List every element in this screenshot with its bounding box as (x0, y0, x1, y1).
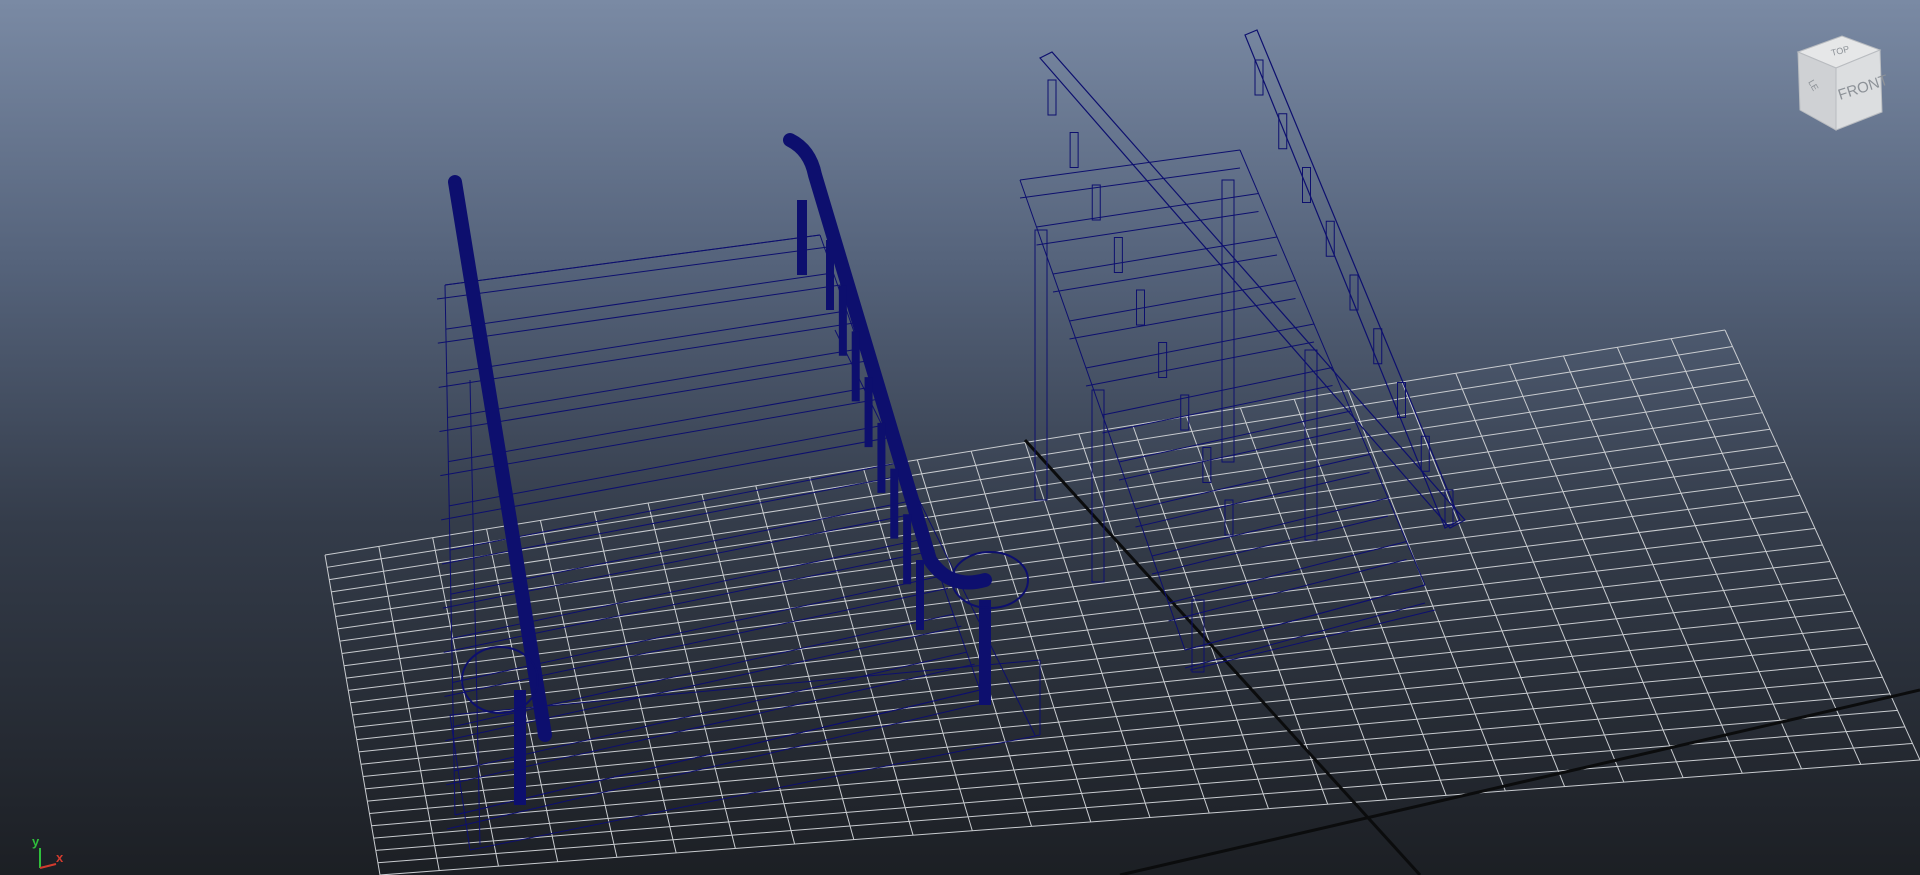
base-block-edge (449, 714, 471, 851)
grid-origin-axes (1023, 438, 1920, 875)
stair-tread-edge (1069, 280, 1296, 322)
baluster (1373, 328, 1383, 365)
baluster (1047, 79, 1057, 116)
grid-line (1347, 390, 1506, 792)
stair-riser-edge (436, 246, 829, 300)
stair-bottom-edge (1189, 609, 1436, 671)
stair-tread-edge (1036, 193, 1259, 228)
axis-x-line (39, 863, 57, 869)
axis-y-label: y (32, 834, 40, 849)
grid-line (369, 676, 1883, 814)
railing-post (1221, 179, 1235, 463)
stair-riser-edge (438, 322, 855, 388)
stair-stringer (469, 379, 481, 846)
stair-riser-edge (1052, 254, 1278, 293)
ground-grid (324, 329, 1920, 875)
grid-line (377, 742, 1913, 864)
grid-line (379, 759, 1920, 875)
view-cube[interactable]: TOP LE FRONT (1790, 30, 1900, 140)
stair-riser-edge (1036, 211, 1259, 246)
staircase-with-square-railings (1019, 29, 1466, 673)
base-block-edge (469, 734, 1041, 851)
stair-bottom-edge (1184, 584, 1426, 651)
right-handrail (783, 133, 992, 590)
grid-line (1563, 355, 1743, 774)
baluster (1091, 184, 1101, 221)
newel-cap-left (461, 646, 539, 714)
stair-tread-edge (1019, 149, 1241, 181)
stair-tread-edge (449, 424, 887, 507)
stair-riser-edge (1069, 298, 1296, 340)
scene-canvas[interactable] (0, 0, 1920, 875)
stair-riser-edge (439, 360, 869, 432)
origin-axis-line (1119, 688, 1920, 875)
stair-tread-edge (448, 386, 874, 463)
baluster (1180, 394, 1190, 431)
stair-side-edge (1019, 179, 1186, 651)
grid-line (365, 643, 1868, 790)
perspective-viewport[interactable]: TOP LE FRONT y x (0, 0, 1920, 875)
right-rail (1244, 29, 1461, 529)
grid-line (1670, 338, 1862, 765)
grid-line (1239, 407, 1388, 800)
baluster (1113, 237, 1123, 273)
grid-line (1401, 381, 1566, 787)
stair-tread-edge (1168, 541, 1407, 604)
baluster (1069, 132, 1079, 168)
stair-riser-edge (1085, 341, 1315, 387)
grid-line (1616, 347, 1802, 770)
axis-x-label: x (56, 850, 64, 865)
baluster (1302, 167, 1311, 203)
stair-tread-edge (1085, 323, 1315, 369)
stair-tread-edge (447, 348, 861, 418)
stair-tread-edge (445, 272, 834, 330)
stair-tread-edge (1151, 497, 1389, 557)
grid-line (358, 594, 1846, 753)
staircase-with-round-handrails (436, 133, 1041, 851)
stair-riser-edge (1135, 472, 1370, 528)
baluster (1278, 113, 1288, 150)
grid-line (356, 577, 1838, 741)
axis-indicator: y x (32, 834, 64, 869)
stair-riser-edge (1019, 167, 1241, 199)
stair-riser-edge (1151, 515, 1389, 575)
stair-top-edge (444, 234, 821, 286)
